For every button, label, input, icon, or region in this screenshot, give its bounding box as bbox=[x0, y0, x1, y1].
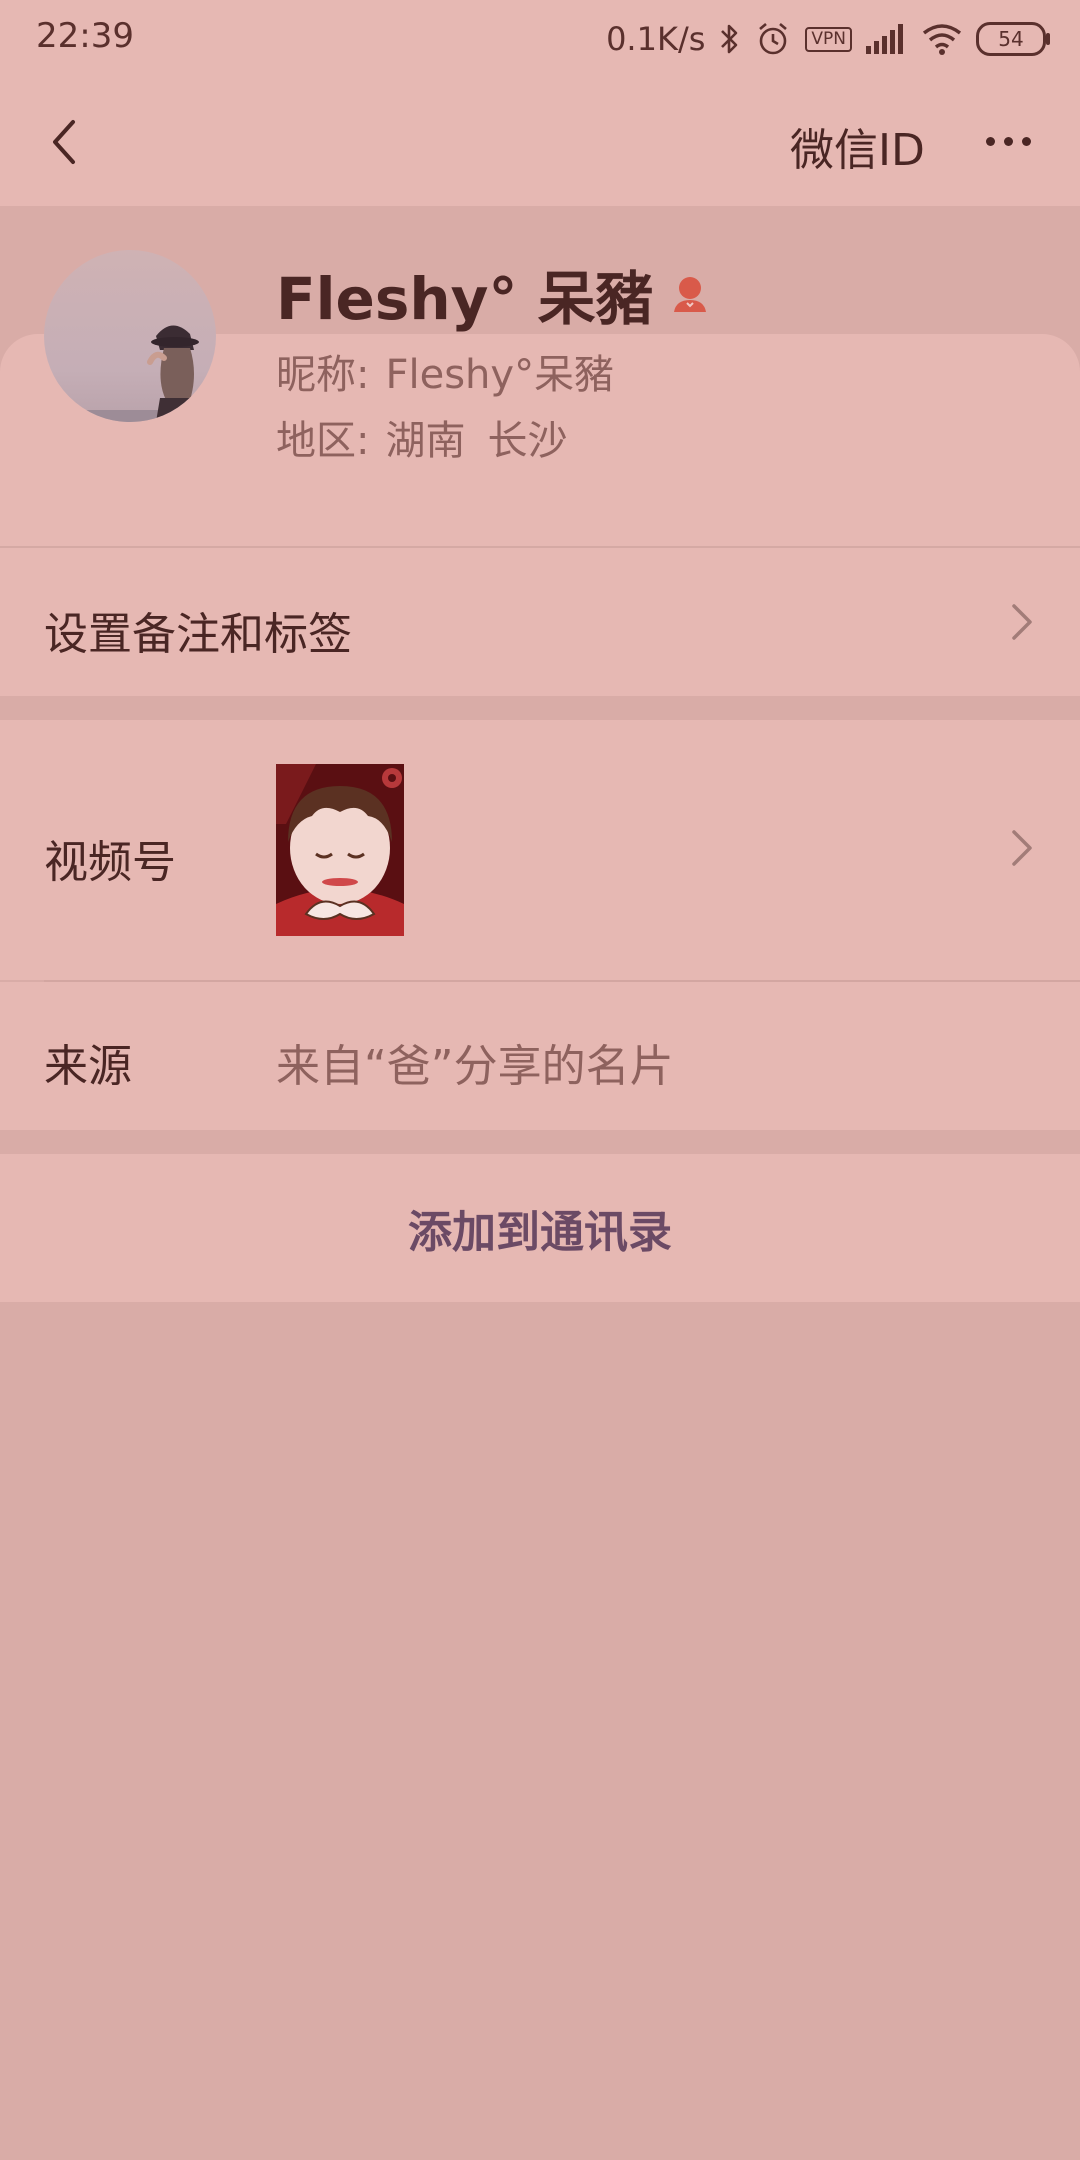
section-gap bbox=[0, 1130, 1080, 1154]
nickname-value: Fleshy°呆豬 bbox=[385, 352, 615, 398]
section-gap bbox=[0, 696, 1080, 720]
network-speed: 0.1K/s bbox=[606, 20, 706, 58]
add-to-contacts-label: 添加到通讯录 bbox=[408, 1207, 672, 1258]
status-bar: 22:39 0.1K/s VPN 54 bbox=[0, 0, 1080, 80]
chevron-right-icon bbox=[1012, 830, 1032, 866]
divider bbox=[0, 546, 1080, 548]
region-province: 湖南 bbox=[385, 418, 466, 464]
title-bar: 微信ID bbox=[0, 80, 1080, 206]
source-row: 来源 来自“爸”分享的名片 bbox=[0, 982, 1080, 1130]
display-name: Fleshy° 呆豬 bbox=[276, 252, 712, 336]
nickname-label: 昵称: bbox=[276, 352, 370, 398]
battery-level: 54 bbox=[998, 27, 1024, 51]
add-to-contacts-button[interactable]: 添加到通讯录 bbox=[0, 1154, 1080, 1302]
nickname-row: 昵称: Fleshy°呆豬 bbox=[276, 342, 614, 400]
avatar-image bbox=[44, 250, 216, 422]
more-button[interactable] bbox=[972, 110, 1044, 172]
alarm-icon bbox=[759, 23, 788, 55]
region-label: 地区: bbox=[276, 418, 370, 464]
channels-label: 视频号 bbox=[44, 837, 176, 888]
battery-icon: 54 bbox=[976, 22, 1050, 56]
avatar[interactable] bbox=[44, 250, 216, 422]
source-label: 来源 bbox=[44, 1041, 132, 1092]
channels-thumbnail-image bbox=[276, 764, 404, 936]
channels-thumbnail[interactable] bbox=[276, 764, 404, 936]
more-dot bbox=[1003, 136, 1013, 146]
region-city: 长沙 bbox=[487, 418, 568, 464]
remark-tags-row[interactable]: 设置备注和标签 bbox=[0, 546, 1080, 696]
chevron-right-icon bbox=[1012, 604, 1032, 640]
wifi-icon bbox=[922, 24, 962, 55]
wechat-id-link[interactable]: 微信ID bbox=[790, 114, 925, 178]
channels-row[interactable]: 视频号 bbox=[0, 720, 1080, 980]
region-row: 地区: 湖南 长沙 bbox=[276, 408, 567, 466]
remark-tags-label: 设置备注和标签 bbox=[44, 609, 352, 660]
chevron-left-icon bbox=[53, 120, 75, 164]
source-value: 来自“爸”分享的名片 bbox=[276, 1041, 674, 1092]
signal-icon bbox=[866, 24, 903, 54]
status-icons: 0.1K/s VPN 54 bbox=[606, 14, 1050, 64]
bluetooth-icon bbox=[721, 24, 738, 54]
status-time: 22:39 bbox=[36, 16, 134, 56]
more-dots-icon bbox=[985, 136, 995, 146]
back-button[interactable] bbox=[28, 104, 98, 180]
display-name-text: Fleshy° 呆豬 bbox=[276, 265, 654, 333]
more-dot bbox=[1021, 136, 1031, 146]
female-icon bbox=[673, 277, 706, 312]
vpn-icon: VPN bbox=[805, 26, 852, 52]
